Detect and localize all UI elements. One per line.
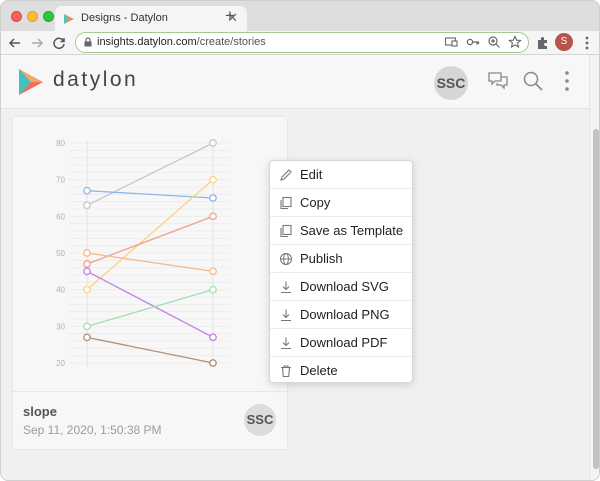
menu-item-label: Download PDF	[300, 335, 388, 350]
y-tick-label: 60	[56, 212, 65, 221]
series-point-end	[209, 194, 217, 202]
series-point-start	[83, 333, 91, 342]
new-tab-button[interactable]: +	[225, 7, 235, 25]
pencil-icon	[280, 169, 292, 181]
y-tick-label: 20	[56, 359, 65, 368]
card-title[interactable]: slope	[23, 404, 57, 419]
extensions-puzzle-icon[interactable]	[535, 35, 551, 51]
card-thumbnail[interactable]: 20 30 40 50 60 70 80	[13, 117, 287, 391]
series-line	[86, 252, 214, 272]
y-tick-label: 40	[56, 286, 65, 295]
card-context-menu: Edit Copy Save as Template Publish Downl…	[269, 160, 413, 383]
series-point-start	[83, 322, 91, 331]
series-point-start	[83, 267, 91, 276]
y-tick-label: 80	[56, 139, 65, 148]
series-point-start	[83, 260, 91, 268]
card-date: Sep 11, 2020, 1:50:38 PM	[23, 423, 162, 437]
series-point-end	[209, 139, 217, 147]
menu-item-download-pdf[interactable]: Download PDF	[270, 329, 412, 357]
back-arrow-icon[interactable]	[7, 35, 23, 51]
card-footer: slope Sep 11, 2020, 1:50:38 PM SSC	[13, 391, 287, 449]
story-card[interactable]: 20 30 40 50 60 70 80 slope Sep 11, 2020, 1:50:…	[13, 117, 287, 449]
url-path: /create/stories	[196, 36, 266, 48]
key-icon[interactable]	[466, 35, 480, 49]
menu-item-delete[interactable]: Delete	[270, 357, 412, 385]
close-window-button[interactable]	[11, 11, 22, 22]
lock-icon	[84, 37, 92, 47]
menu-item-label: Delete	[300, 363, 338, 378]
y-tick-label: 50	[56, 249, 65, 258]
series-point-start	[83, 201, 91, 210]
menu-item-label: Edit	[300, 167, 323, 182]
zoom-window-button[interactable]	[43, 11, 54, 22]
trash-icon	[281, 365, 291, 378]
menu-item-edit[interactable]: Edit	[270, 161, 412, 189]
menu-item-label: Publish	[300, 251, 343, 266]
scrollbar-thumb[interactable]	[593, 129, 599, 469]
menu-item-copy[interactable]: Copy	[270, 189, 412, 217]
menu-item-download-svg[interactable]: Download SVG	[270, 273, 412, 301]
globe-icon	[280, 253, 292, 265]
search-icon[interactable]	[522, 70, 544, 92]
reload-icon[interactable]	[51, 35, 67, 51]
minimize-window-button[interactable]	[27, 11, 38, 22]
download-icon	[281, 337, 291, 350]
menu-item-label: Copy	[300, 195, 331, 210]
menu-item-label: Save as Template	[300, 223, 404, 238]
y-tick-label: 70	[56, 176, 65, 185]
browser-menu-icon[interactable]	[579, 35, 595, 51]
series-point-end	[209, 285, 217, 294]
menu-item-label: Download SVG	[300, 279, 389, 294]
download-icon	[281, 281, 291, 294]
datylon-logo-icon[interactable]	[17, 67, 45, 97]
url-text: insights.datylon.com/create/stories	[97, 36, 266, 48]
user-avatar[interactable]: SSC	[434, 66, 468, 100]
app-header: datylon SSC	[1, 55, 589, 109]
series-point-start	[83, 249, 91, 257]
browser-tab[interactable]: Designs - Datylon ✕	[55, 6, 247, 32]
slope-chart: 20 30 40 50 60 70 80	[56, 139, 231, 368]
zoom-icon[interactable]	[487, 35, 501, 49]
datylon-favicon-icon	[64, 14, 74, 24]
series-point-end	[209, 175, 217, 184]
install-app-icon[interactable]	[444, 35, 458, 49]
tab-strip: Designs - Datylon ✕ +	[1, 1, 599, 32]
browser-window: Designs - Datylon ✕ + insights.datylon.c…	[0, 0, 600, 481]
download-icon	[281, 309, 291, 322]
series-point-end	[209, 267, 217, 276]
profile-avatar[interactable]: S	[555, 33, 573, 51]
card-owner-avatar: SSC	[244, 404, 276, 436]
menu-item-save-as-template[interactable]: Save as Template	[270, 217, 412, 245]
forward-arrow-icon[interactable]	[29, 35, 45, 51]
tab-title: Designs - Datylon	[81, 12, 168, 24]
url-domain: insights.datylon.com	[97, 36, 197, 48]
more-options-icon[interactable]	[556, 70, 578, 92]
bookmark-star-icon[interactable]	[508, 35, 522, 49]
series-point-end	[209, 333, 217, 342]
series-point-end	[209, 212, 217, 221]
menu-item-publish[interactable]: Publish	[270, 245, 412, 273]
copy-icon	[280, 196, 292, 210]
template-icon	[280, 224, 292, 238]
logo-wordmark[interactable]: datylon	[53, 68, 138, 92]
series-point-start	[83, 186, 91, 195]
series-point-end	[209, 359, 217, 367]
menu-item-download-png[interactable]: Download PNG	[270, 301, 412, 329]
browser-toolbar: insights.datylon.com/create/stories S	[1, 31, 599, 55]
y-tick-label: 30	[56, 322, 65, 331]
page-scrollbar[interactable]	[589, 55, 599, 480]
menu-item-label: Download PNG	[300, 307, 390, 322]
series-point-start	[83, 285, 91, 294]
address-bar[interactable]: insights.datylon.com/create/stories	[75, 32, 529, 53]
series-line	[86, 289, 214, 327]
comments-icon[interactable]	[487, 70, 509, 92]
